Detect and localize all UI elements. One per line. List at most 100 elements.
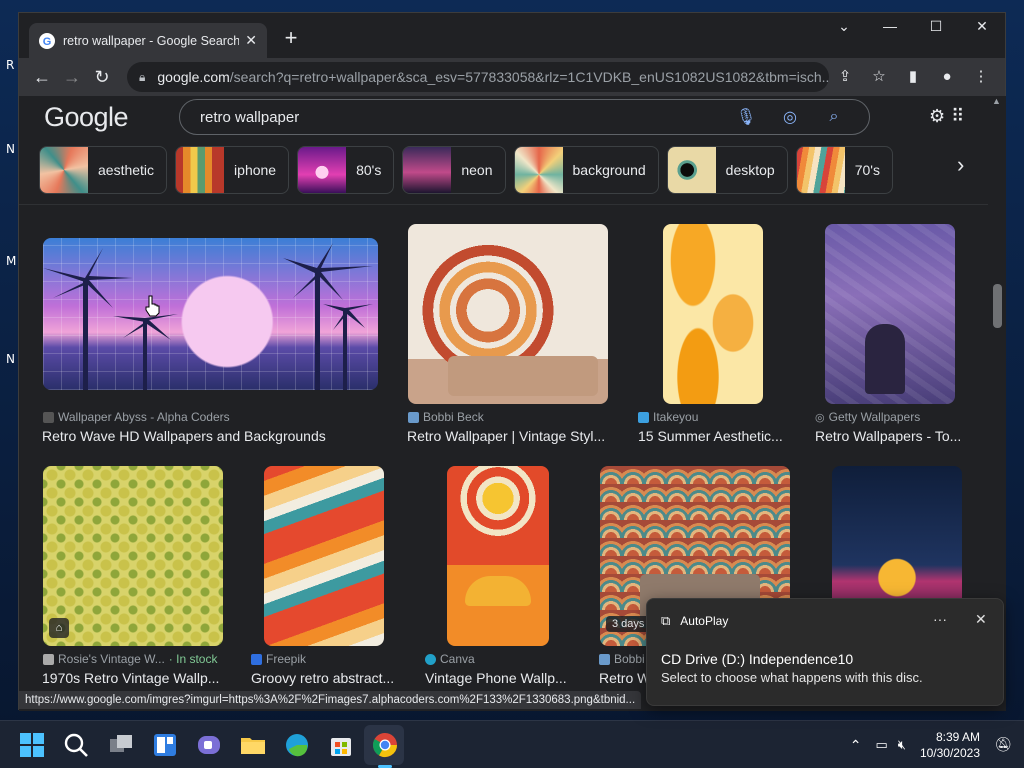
tab-search-chevron-icon[interactable]: ⌄ — [821, 13, 867, 39]
source-favicon-icon — [599, 653, 610, 665]
lens-camera-icon[interactable]: ◎ — [775, 107, 805, 127]
source-name: Itakeyou — [653, 410, 699, 424]
browser-tab[interactable]: G retro wallpaper - Google Search ✕ — [29, 23, 267, 58]
result-title[interactable]: 15 Summer Aesthetic... — [638, 428, 788, 444]
result-source[interactable]: Wallpaper Abyss - Alpha Coders — [43, 410, 383, 424]
chip-neon[interactable]: neon — [402, 146, 506, 194]
url-domain: google.com — [157, 69, 230, 85]
google-favicon-icon: G — [39, 32, 55, 49]
edge-browser-icon[interactable] — [283, 731, 311, 759]
chip-thumbnail — [176, 147, 225, 193]
file-explorer-icon[interactable] — [239, 731, 267, 759]
close-window-button[interactable]: ✕ — [959, 13, 1005, 39]
result-image[interactable] — [43, 238, 378, 390]
desktop-icon-label[interactable]: N — [6, 142, 15, 156]
browser-toolbar: ← → ↻ 🔒︎ google.com /search?q=retro+wall… — [19, 58, 1005, 96]
result-source[interactable]: Rosie's Vintage W... · In stock — [43, 652, 243, 666]
result-source[interactable]: Canva — [425, 652, 585, 666]
notification-close-icon[interactable]: ✕ — [975, 611, 987, 628]
google-logo[interactable]: Google — [44, 102, 129, 133]
chip-aesthetic[interactable]: aesthetic — [39, 146, 168, 194]
chrome-taskbar-icon[interactable] — [371, 731, 399, 759]
share-icon[interactable]: ⇪ — [831, 62, 859, 92]
result-source[interactable]: ◎ Getty Wallpapers — [815, 410, 975, 424]
forward-button[interactable]: → — [57, 62, 87, 92]
desktop-icon-label[interactable]: M — [6, 254, 16, 268]
search-box[interactable]: retro wallpaper 🎙︎ ◎ ⌕ — [179, 99, 870, 135]
chip-thumbnail — [298, 147, 347, 193]
microsoft-store-icon[interactable] — [327, 731, 355, 759]
source-favicon-icon — [425, 653, 436, 665]
search-query[interactable]: retro wallpaper — [200, 109, 717, 126]
search-icon[interactable]: ⌕ — [819, 108, 849, 126]
chips-next-arrow-icon[interactable]: › — [957, 152, 964, 178]
tray-chevron-up-icon[interactable]: ⌃ — [850, 737, 862, 754]
header-actions: ⚙ ⠿ — [929, 106, 964, 127]
chip-label: desktop — [725, 162, 775, 178]
result-source[interactable]: Itakeyou — [638, 410, 798, 424]
maximize-button[interactable]: ☐ — [913, 13, 959, 39]
result-title[interactable]: Retro Wave HD Wallpapers and Backgrounds — [42, 428, 382, 444]
source-favicon-icon — [43, 653, 54, 665]
menu-kebab-icon[interactable]: ⋮ — [967, 62, 995, 92]
chip-iphone[interactable]: iphone — [175, 146, 290, 194]
network-icon[interactable]: ▭ — [875, 737, 887, 753]
result-title[interactable]: Vintage Phone Wallp... — [425, 670, 580, 686]
reload-button[interactable]: ↻ — [87, 62, 117, 92]
mushroom-cap-shape — [465, 576, 531, 606]
result-title[interactable]: Retro Wallpapers - To... — [815, 428, 965, 444]
settings-gear-icon[interactable]: ⚙ — [929, 106, 945, 127]
source-favicon-icon — [251, 653, 262, 665]
related-search-chips: aesthetic iphone 80's neon background de… — [39, 146, 893, 194]
profile-icon[interactable]: ● — [933, 62, 961, 92]
scroll-up-arrow-icon[interactable]: ▲ — [992, 96, 1001, 106]
back-button[interactable]: ← — [27, 62, 57, 92]
chip-desktop[interactable]: desktop — [666, 146, 788, 194]
new-tab-button[interactable]: + — [277, 25, 305, 51]
result-title[interactable]: 1970s Retro Vintage Wallp... — [42, 670, 227, 686]
chip-background[interactable]: background — [513, 146, 659, 194]
teams-chat-icon[interactable] — [195, 731, 223, 759]
svg-text:G: G — [43, 36, 52, 48]
result-image[interactable] — [264, 466, 384, 646]
result-image[interactable]: ⌂ — [43, 466, 223, 646]
chip-label: background — [572, 162, 646, 178]
chip-80s[interactable]: 80's — [297, 146, 395, 194]
result-image[interactable] — [825, 224, 955, 404]
search-icon[interactable] — [62, 731, 90, 759]
minimize-button[interactable]: — — [867, 13, 913, 39]
result-title[interactable]: Retro Wallpaper | Vintage Styl... — [407, 428, 612, 444]
more-options-icon[interactable]: ··· — [933, 611, 947, 627]
result-image[interactable] — [408, 224, 608, 404]
chip-thumbnail — [40, 147, 88, 193]
tab-close-icon[interactable]: ✕ — [245, 32, 257, 49]
tag-icon: ⌂ — [49, 618, 69, 638]
chip-label: 70's — [854, 162, 880, 178]
address-bar[interactable]: 🔒︎ google.com /search?q=retro+wallpaper&… — [127, 62, 829, 92]
autoplay-notification[interactable]: ⧉ AutoPlay ··· ✕ CD Drive (D:) Independe… — [646, 598, 1004, 706]
desktop-icon-label[interactable]: N — [6, 352, 15, 366]
result-image[interactable] — [663, 224, 763, 404]
tab-title: retro wallpaper - Google Search — [63, 33, 240, 48]
side-panel-icon[interactable]: ▮ — [899, 62, 927, 92]
microphone-icon[interactable]: 🎙︎ — [731, 107, 761, 127]
autoplay-icon: ⧉ — [661, 613, 671, 628]
task-view-icon[interactable] — [107, 731, 135, 759]
system-tray: ⌃ ▭ 🔇︎ 8:39 AM 10/30/2023 🔕︎ — [850, 721, 1024, 768]
windows-start-icon[interactable] — [18, 731, 46, 759]
chip-70s[interactable]: 70's — [795, 146, 893, 194]
widgets-icon[interactable] — [151, 731, 179, 759]
result-source[interactable]: Freepik — [251, 652, 411, 666]
lock-icon[interactable]: 🔒︎ — [139, 70, 145, 85]
notification-bell-icon[interactable]: 🔕︎ — [994, 736, 1012, 753]
volume-muted-icon[interactable]: 🔇︎ — [898, 737, 906, 753]
apps-grid-icon[interactable]: ⠿ — [951, 106, 964, 127]
desktop-icon-label[interactable]: R — [6, 58, 14, 72]
result-title[interactable]: Groovy retro abstract... — [251, 670, 401, 686]
bookmark-star-icon[interactable]: ☆ — [865, 62, 893, 92]
scrollbar-thumb[interactable] — [993, 284, 1002, 328]
result-image[interactable] — [447, 466, 549, 646]
result-source[interactable]: Bobbi Beck — [408, 410, 608, 424]
divider — [19, 204, 989, 205]
notification-title: CD Drive (D:) Independence10 — [661, 651, 854, 667]
